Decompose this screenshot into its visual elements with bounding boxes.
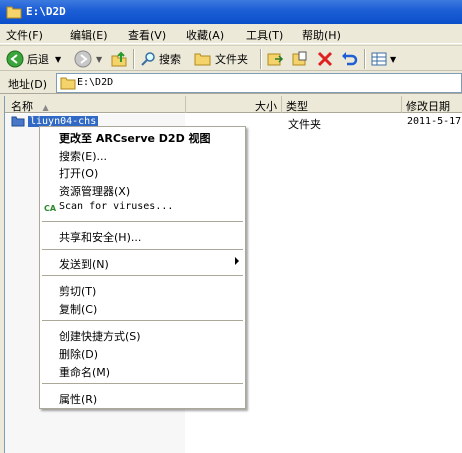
column-header: 名称 ▲ 大小 类型 修改日期 — [5, 96, 462, 113]
views-button[interactable]: ▼ — [370, 48, 396, 70]
column-type[interactable]: 类型 — [282, 96, 402, 113]
antivirus-icon: CA — [44, 204, 57, 213]
menu-tools[interactable]: 工具(T) — [246, 27, 283, 43]
up-folder-button[interactable] — [110, 48, 128, 70]
column-modified[interactable]: 修改日期 — [402, 96, 462, 113]
menu-item-sharing-security[interactable]: 共享和安全(H)... — [40, 227, 245, 244]
toolbar-separator — [260, 49, 262, 69]
window-title: E:\D2D — [26, 5, 66, 18]
undo-button[interactable] — [340, 48, 358, 70]
copy-to-button[interactable] — [291, 48, 309, 70]
address-input[interactable]: E:\D2D — [56, 73, 462, 93]
copy-to-icon — [292, 51, 307, 66]
folders-icon — [194, 53, 211, 66]
title-bar[interactable]: E:\D2D — [0, 0, 462, 24]
back-label: 后退 — [27, 53, 49, 66]
submenu-arrow-icon — [235, 257, 239, 265]
address-value: E:\D2D — [77, 77, 114, 88]
menu-separator — [42, 320, 243, 321]
search-label: 搜索 — [159, 53, 181, 66]
folders-button[interactable]: 文件夹 — [194, 48, 248, 70]
move-to-icon — [267, 53, 284, 66]
menu-file[interactable]: 文件(F) — [6, 27, 43, 43]
forward-button[interactable]: ▼ — [74, 48, 102, 70]
menu-item-search[interactable]: 搜索(E)... — [40, 146, 245, 163]
column-name[interactable]: 名称 ▲ — [5, 96, 186, 113]
delete-button[interactable] — [316, 48, 334, 70]
move-to-button[interactable] — [266, 48, 284, 70]
back-button[interactable]: 后退 ▼ — [6, 48, 61, 70]
menu-view[interactable]: 查看(V) — [128, 27, 166, 43]
file-modified: 2011-5-17 — [407, 116, 462, 127]
toolbar-separator — [364, 49, 366, 69]
column-size[interactable]: 大小 — [186, 96, 282, 113]
menu-favorites[interactable]: 收藏(A) — [186, 27, 224, 43]
menu-item-open[interactable]: 打开(O) — [40, 163, 245, 180]
menu-bar: 文件(F) 编辑(E) 查看(V) 收藏(A) 工具(T) 帮助(H) — [0, 24, 462, 44]
folder-icon — [11, 116, 25, 127]
explorer-window: E:\D2D 文件(F) 编辑(E) 查看(V) 收藏(A) 工具(T) 帮助(… — [0, 0, 462, 453]
address-bar: 地址(D) E:\D2D — [0, 72, 462, 94]
views-icon — [371, 52, 387, 66]
menu-item-cut[interactable]: 剪切(T) — [40, 281, 245, 298]
up-folder-icon — [111, 51, 127, 67]
forward-arrow-icon — [74, 50, 92, 68]
menu-item-rename[interactable]: 重命名(M) — [40, 362, 245, 379]
folder-icon — [6, 5, 22, 22]
menu-separator — [42, 221, 243, 222]
menu-item-properties[interactable]: 属性(R) — [40, 389, 245, 406]
toolbar: 后退 ▼ ▼ 搜索 文件夹 ▼ — [0, 45, 462, 71]
menu-separator — [42, 275, 243, 276]
delete-icon — [317, 51, 333, 67]
menu-help[interactable]: 帮助(H) — [302, 27, 341, 43]
folder-icon — [60, 76, 76, 93]
context-menu: 更改至 ARCserve D2D 视图 搜索(E)... 打开(O) 资源管理器… — [39, 126, 246, 409]
menu-item-arcserve-view[interactable]: 更改至 ARCserve D2D 视图 — [40, 128, 245, 145]
search-icon — [141, 52, 155, 66]
toolbar-separator — [133, 49, 135, 69]
menu-item-create-shortcut[interactable]: 创建快捷方式(S) — [40, 326, 245, 343]
file-name: liuyn04-chs — [28, 115, 99, 127]
folders-label: 文件夹 — [215, 53, 248, 66]
file-type: 文件夹 — [288, 118, 321, 131]
menu-item-copy[interactable]: 复制(C) — [40, 299, 245, 316]
menu-item-scan-viruses[interactable]: CA Scan for viruses... — [40, 199, 245, 216]
chevron-down-icon[interactable]: ▼ — [96, 55, 102, 64]
sort-ascending-icon: ▲ — [42, 103, 49, 112]
menu-separator — [42, 383, 243, 384]
menu-item-explore[interactable]: 资源管理器(X) — [40, 181, 245, 198]
undo-icon — [342, 52, 358, 66]
address-label: 地址(D) — [8, 78, 48, 91]
menu-item-send-to[interactable]: 发送到(N) — [40, 254, 245, 271]
menu-item-delete[interactable]: 删除(D) — [40, 344, 245, 361]
search-button[interactable]: 搜索 — [140, 48, 181, 70]
back-arrow-icon — [6, 50, 24, 68]
chevron-down-icon[interactable]: ▼ — [55, 55, 61, 64]
chevron-down-icon[interactable]: ▼ — [390, 55, 396, 64]
menu-edit[interactable]: 编辑(E) — [70, 27, 108, 43]
menu-separator — [42, 249, 243, 250]
column-name-label: 名称 — [11, 100, 33, 113]
